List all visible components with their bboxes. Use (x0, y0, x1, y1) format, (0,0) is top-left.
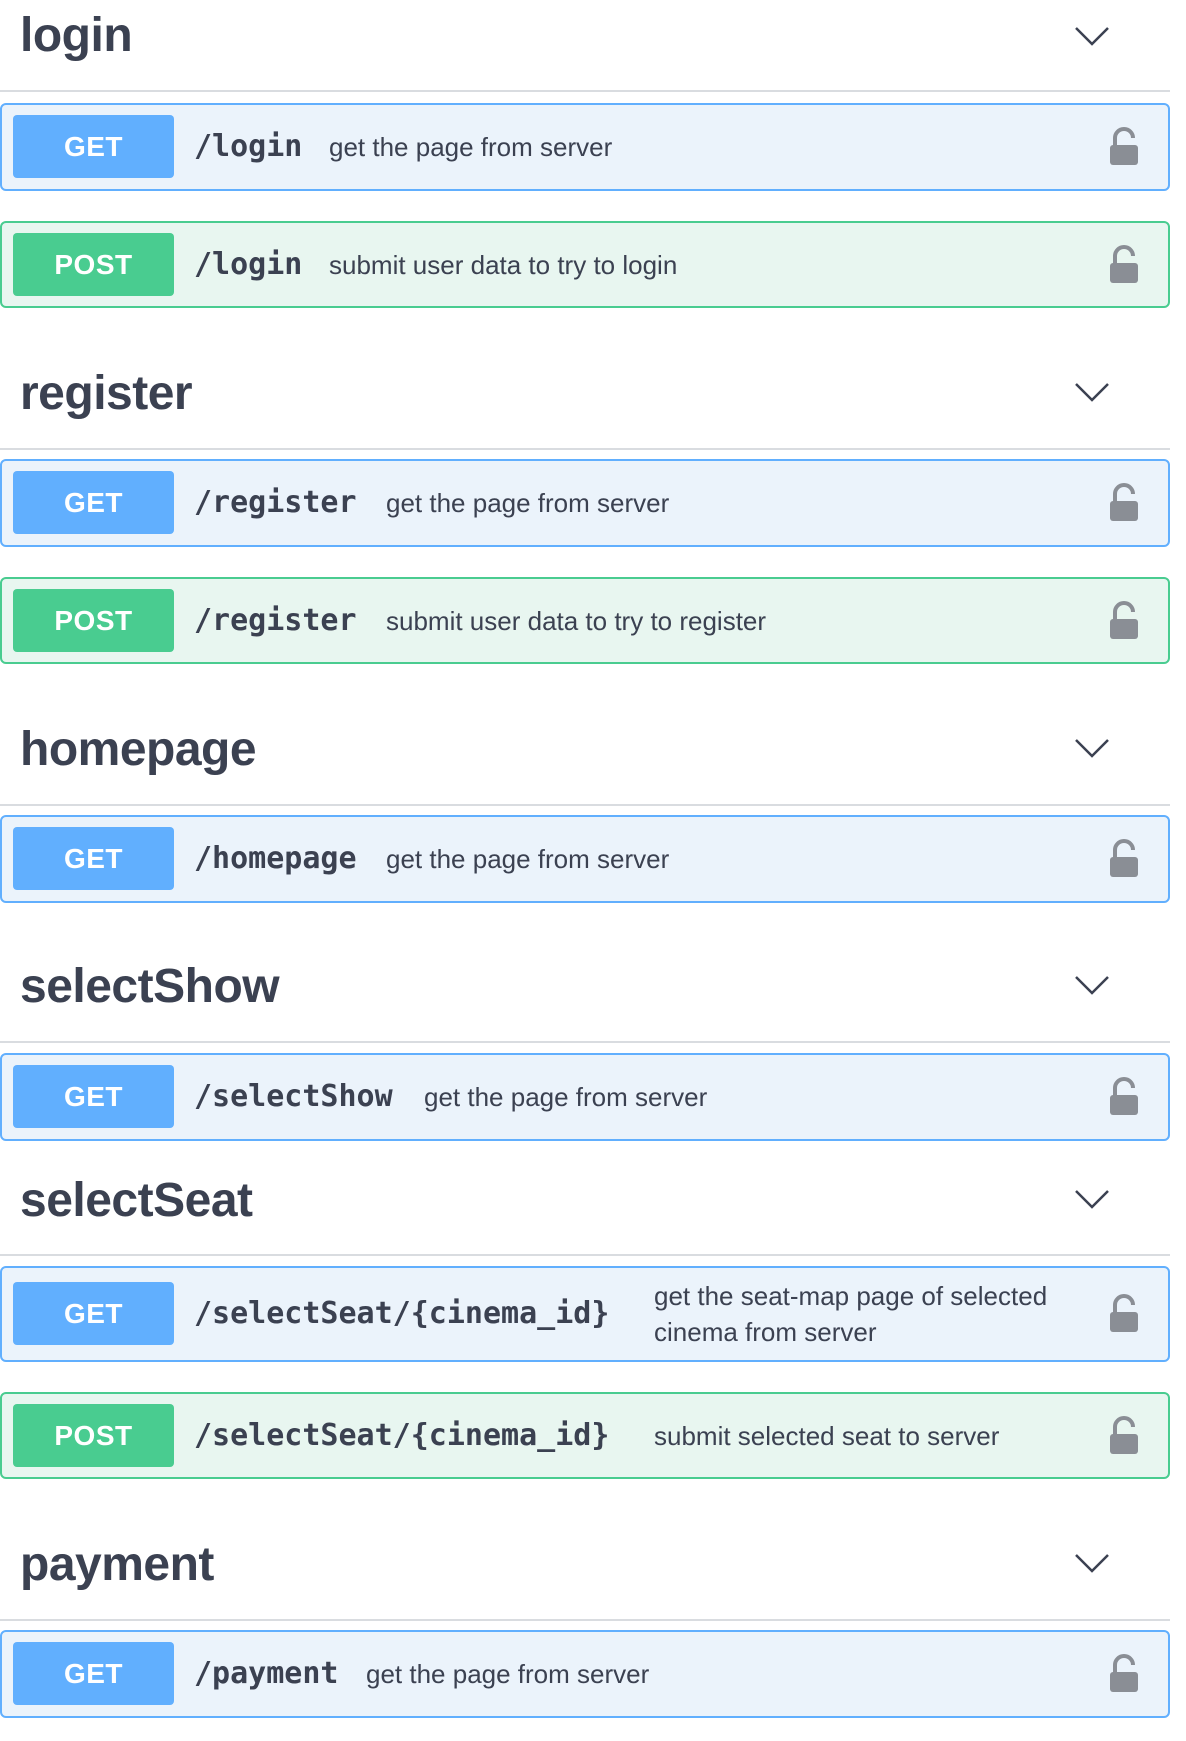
operation-path: /selectSeat/{cinema_id} (194, 1296, 610, 1331)
lock-icon[interactable] (1108, 1416, 1140, 1456)
chevron-down-icon[interactable] (1072, 965, 1112, 1005)
chevron-down-icon[interactable] (1072, 1543, 1112, 1583)
lock-icon[interactable] (1108, 1294, 1140, 1334)
chevron-down-icon[interactable] (1072, 372, 1112, 412)
chevron-down-icon[interactable] (1072, 728, 1112, 768)
operation-summary: get the seat-map page of selected cinema… (654, 1281, 1048, 1347)
operation-summary: get the page from server (329, 132, 613, 162)
operation-path: /register (194, 485, 357, 520)
api-operations-list: login GET /login get the page from serve… (0, 0, 1170, 1741)
operation-path: /login (194, 247, 303, 282)
method-badge: GET (13, 1065, 174, 1128)
operation-summary: submit user data to try to register (386, 606, 767, 636)
tag-title: homepage (20, 723, 257, 776)
operation-post-selectseat[interactable]: POST /selectSeat/{cinema_id} submit sele… (0, 1392, 1170, 1479)
lock-icon[interactable] (1108, 839, 1140, 879)
tag-title: login (20, 9, 133, 62)
operation-get-payment[interactable]: GET /payment get the page from server (0, 1630, 1170, 1718)
method-badge: POST (13, 233, 174, 296)
operation-path: /homepage (194, 841, 357, 876)
operation-summary: get the page from server (366, 1659, 650, 1689)
tag-header-selectseat[interactable]: selectSeat (0, 1155, 1170, 1256)
method-badge: GET (13, 471, 174, 534)
method-badge: POST (13, 1404, 174, 1467)
tag-title: payment (20, 1538, 214, 1591)
tag-header-homepage[interactable]: homepage (0, 704, 1170, 806)
method-badge: POST (13, 589, 174, 652)
operation-get-homepage[interactable]: GET /homepage get the page from server (0, 815, 1170, 903)
operation-summary: submit selected seat to server (654, 1421, 1000, 1451)
operation-post-login[interactable]: POST /login submit user data to try to l… (0, 221, 1170, 308)
tag-title: register (20, 367, 193, 420)
chevron-down-icon[interactable] (1072, 1179, 1112, 1219)
operation-summary: get the page from server (386, 844, 670, 874)
operation-summary: get the page from server (424, 1082, 708, 1112)
operation-summary: get the page from server (386, 488, 670, 518)
operation-get-selectshow[interactable]: GET /selectShow get the page from server (0, 1053, 1170, 1141)
lock-icon[interactable] (1108, 127, 1140, 167)
lock-icon[interactable] (1108, 245, 1140, 285)
operation-get-register[interactable]: GET /register get the page from server (0, 459, 1170, 547)
tag-header-login[interactable]: login (0, 0, 1170, 92)
operation-get-login[interactable]: GET /login get the page from server (0, 103, 1170, 191)
method-badge: GET (13, 1642, 174, 1705)
operation-path: /payment (194, 1656, 339, 1691)
lock-icon[interactable] (1108, 1654, 1140, 1694)
operation-post-register[interactable]: POST /register submit user data to try t… (0, 577, 1170, 664)
method-badge: GET (13, 1282, 174, 1345)
operation-path: /selectSeat/{cinema_id} (194, 1418, 610, 1453)
operation-get-selectseat[interactable]: GET /selectSeat/{cinema_id} get the seat… (0, 1266, 1170, 1362)
tag-title: selectSeat (20, 1174, 253, 1227)
lock-icon[interactable] (1108, 1077, 1140, 1117)
tag-title: selectShow (20, 960, 280, 1013)
operation-summary: submit user data to try to login (329, 250, 678, 280)
operation-path: /login (194, 129, 303, 164)
method-badge: GET (13, 115, 174, 178)
tag-header-payment[interactable]: payment (0, 1519, 1170, 1621)
chevron-down-icon[interactable] (1072, 16, 1112, 56)
lock-icon[interactable] (1108, 601, 1140, 641)
operation-path: /register (194, 603, 357, 638)
operation-path: /selectShow (194, 1079, 393, 1114)
tag-header-register[interactable]: register (0, 348, 1170, 450)
tag-header-selectshow[interactable]: selectShow (0, 943, 1170, 1043)
method-badge: GET (13, 827, 174, 890)
lock-icon[interactable] (1108, 483, 1140, 523)
